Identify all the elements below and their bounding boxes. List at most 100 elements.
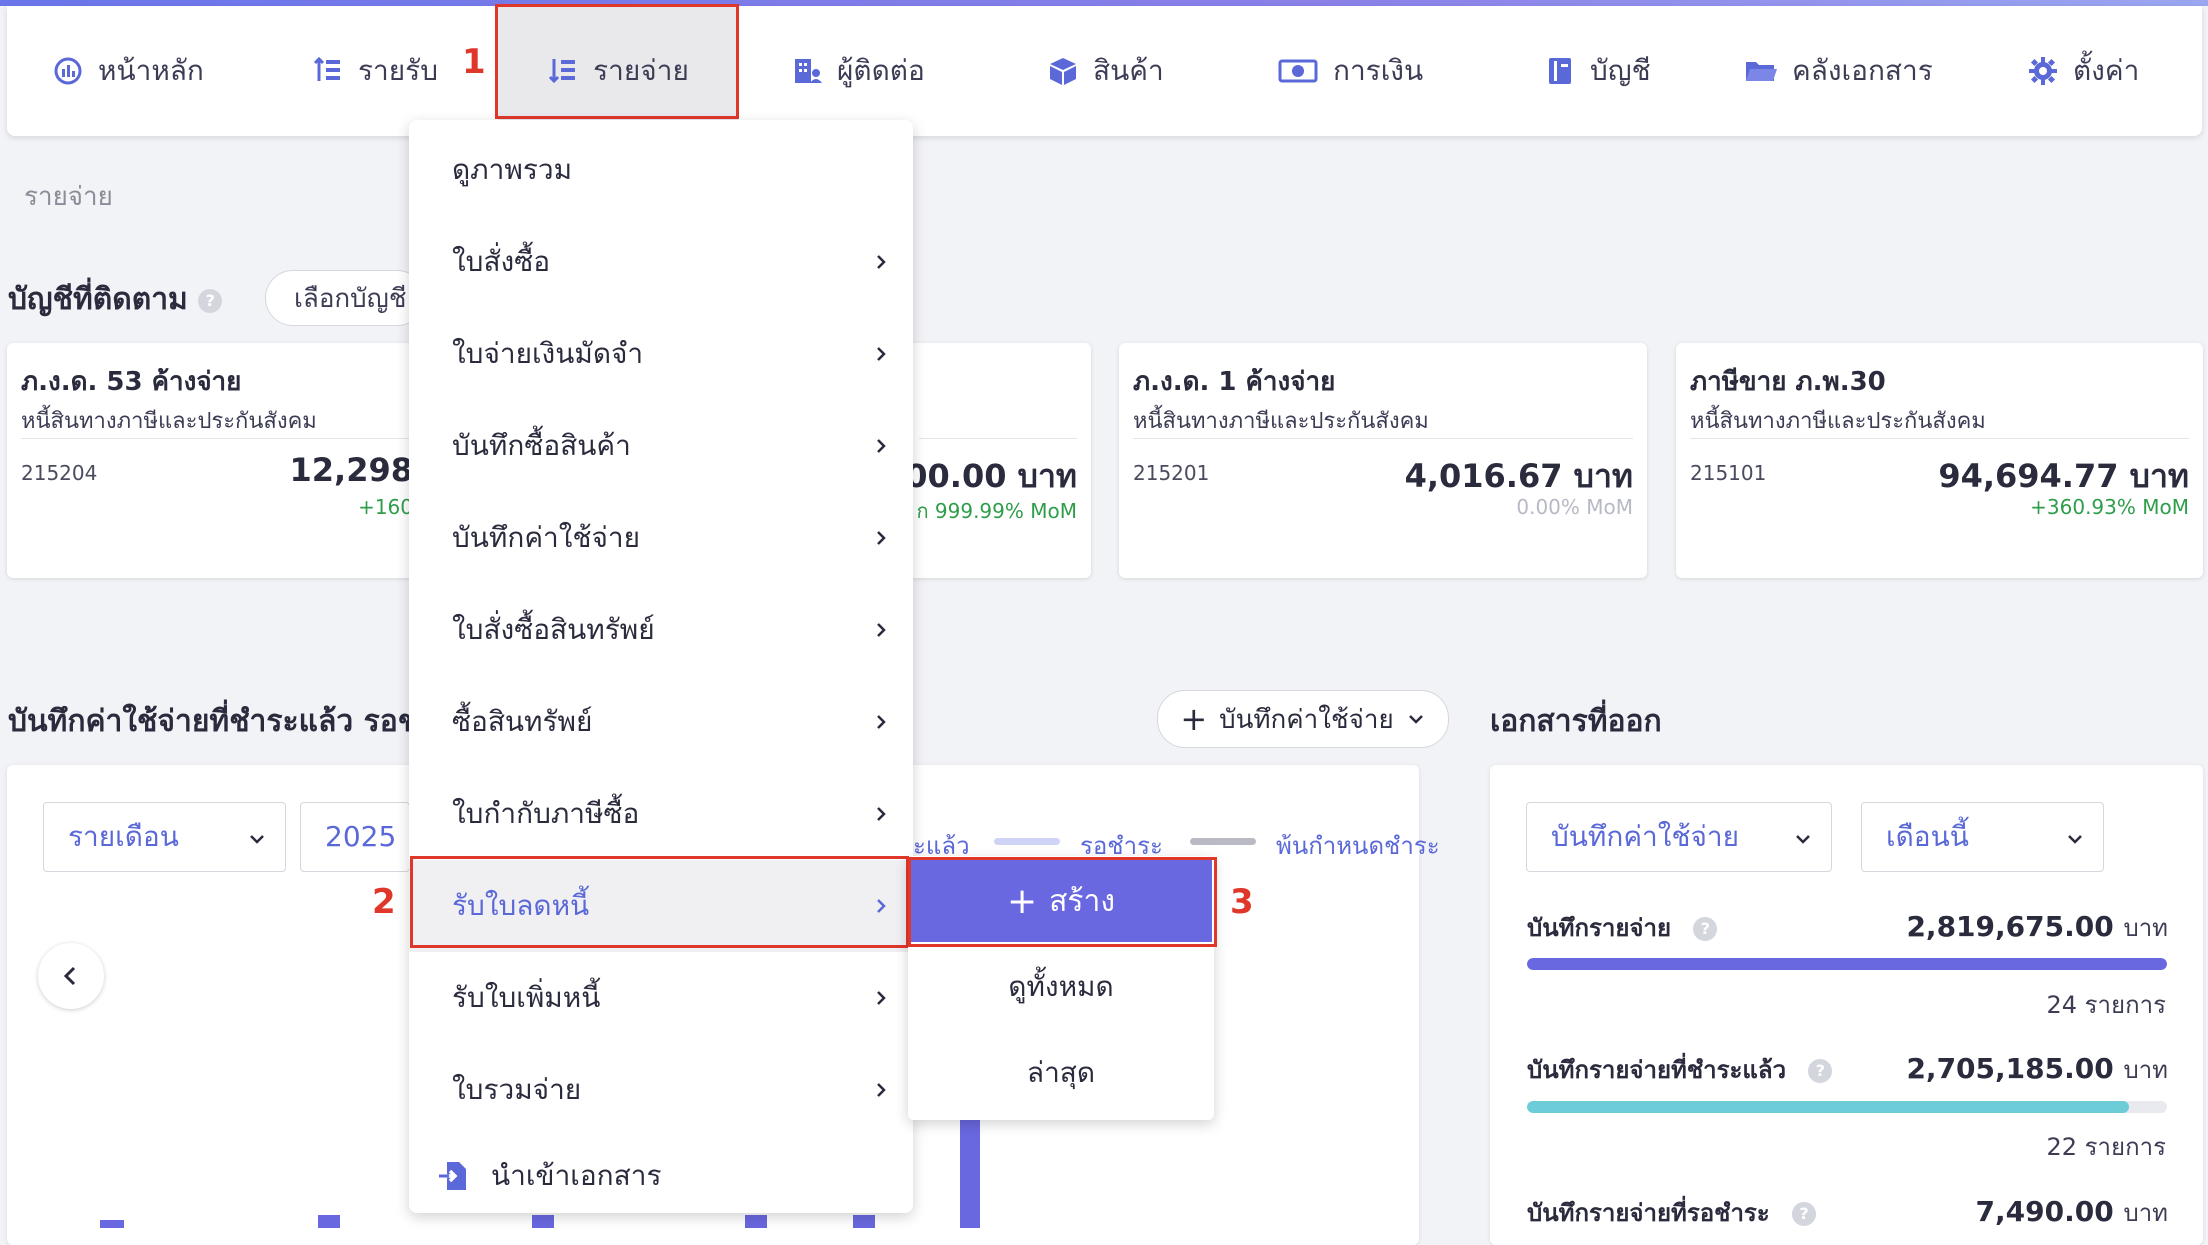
nav-item-accounting[interactable]: บัญชี: [1544, 6, 1651, 136]
doc-type-select[interactable]: บันทึกค่าใช้จ่าย: [1526, 802, 1832, 872]
period-select-value: รายเดือน: [68, 820, 179, 853]
card-divider: [21, 438, 413, 439]
stat-amount: 2,705,185.00: [1906, 1052, 2114, 1085]
menu-item-label: ใบรวมจ่าย: [452, 1073, 582, 1106]
gear-icon: [2029, 57, 2057, 85]
help-icon[interactable]: ?: [198, 288, 223, 313]
period-select[interactable]: รายเดือน: [43, 802, 286, 872]
chevron-right-icon: [877, 531, 886, 545]
contacts-icon: [795, 59, 822, 83]
product-box-icon: [1050, 58, 1076, 85]
folder-icon: [1746, 62, 1777, 81]
menu-item-label: รับใบเพิ่มหนี้: [452, 981, 601, 1014]
card-title: ภ.ง.ด. 53 ค้างจ่าย: [21, 367, 242, 397]
add-expense-button[interactable]: + บันทึกค่าใช้จ่าย: [1157, 690, 1449, 748]
account-card-pnd53[interactable]: ภ.ง.ด. 53 ค้างจ่าย หนี้สินทางภาษีและประก…: [7, 343, 427, 578]
menu-item-receive-debit-note[interactable]: รับใบเพิ่มหนี้: [409, 952, 913, 1044]
card-account-code: 215201: [1133, 461, 1210, 485]
stat-amount: 2,819,675.00: [1906, 910, 2114, 943]
account-card-vat[interactable]: ภาษีขาย ภ.พ.30 หนี้สินทางภาษีและประกันสั…: [1676, 343, 2203, 578]
menu-item-buy-asset[interactable]: ซื้อสินทรัพย์: [409, 676, 913, 768]
tracked-accounts-title: บัญชีที่ติดตาม ?: [8, 276, 223, 323]
menu-item-label: ใบกำกับภาษีซื้อ: [452, 797, 640, 830]
stat-unit: บาท: [2123, 1056, 2168, 1084]
stat-value-pending-records: 7,490.00 บาท: [1976, 1193, 2168, 1232]
card-mom-change: 0.00% MoM: [1516, 495, 1633, 519]
menu-item-expense-record[interactable]: บันทึกค่าใช้จ่าย: [409, 492, 913, 584]
card-mom-change: +360.93% MoM: [2030, 495, 2189, 519]
income-icon: [313, 56, 340, 81]
nav-label-settings: ตั้งค่า: [2073, 54, 2140, 87]
menu-item-label: ใบสั่งซื้อ: [452, 245, 551, 278]
account-card-pnd1[interactable]: ภ.ง.ด. 1 ค้างจ่าย หนี้สินทางภาษีและประกั…: [1119, 343, 1647, 578]
nav-item-settings[interactable]: ตั้งค่า: [2027, 6, 2139, 136]
nav-label-products: สินค้า: [1093, 54, 1164, 87]
chevron-left-icon: [63, 966, 76, 986]
menu-item-purchase-record[interactable]: บันทึกซื้อสินค้า: [409, 400, 913, 492]
legend-pending-swatch: [994, 838, 1060, 845]
month-select-value: เดือนนี้: [1886, 820, 1969, 853]
chevron-right-icon: [877, 715, 886, 729]
tracked-accounts-title-text: บัญชีที่ติดตาม: [8, 282, 188, 317]
nav-label-documents: คลังเอกสาร: [1792, 54, 1933, 87]
import-document-icon: [439, 1162, 466, 1190]
menu-item-asset-purchase-order[interactable]: ใบสั่งซื้อสินทรัพย์: [409, 584, 913, 676]
menu-item-deposit-payment[interactable]: ใบจ่ายเงินมัดจำ: [409, 308, 913, 400]
breadcrumb: รายจ่าย: [24, 182, 113, 212]
select-account-button[interactable]: เลือกบัญชี: [265, 270, 425, 326]
issued-docs-title: เอกสารที่ออก: [1490, 704, 1662, 739]
stat-progress-fill: [1527, 1101, 2129, 1113]
card-amount: 12,298: [289, 451, 413, 489]
nav-item-dashboard[interactable]: หน้าหลัก: [52, 6, 204, 136]
stat-value-paid-records: 2,705,185.00 บาท: [1906, 1050, 2168, 1089]
legend-overdue-label: พ้นกำหนดชำระ: [1276, 832, 1440, 860]
add-expense-label: บันทึกค่าใช้จ่าย: [1219, 704, 1394, 735]
view-all-link[interactable]: ดูทั้งหมด: [908, 947, 1214, 1027]
menu-item-label: ใบสั่งซื้อสินทรัพย์: [452, 613, 655, 646]
chevron-down-icon: [1796, 835, 1810, 844]
stat-label-pending-records: บันทึกรายจ่ายที่รอชำระ ?: [1527, 1193, 1817, 1232]
nav-item-contacts[interactable]: ผู้ติดต่อ: [791, 6, 925, 136]
year-select-value: 2025: [325, 820, 397, 853]
nav-label-contacts: ผู้ติดต่อ: [837, 54, 925, 87]
doc-type-select-value: บันทึกค่าใช้จ่าย: [1551, 820, 1739, 853]
year-select[interactable]: 2025: [300, 802, 410, 872]
card-divider: [1690, 438, 2189, 439]
menu-item-combined-payment[interactable]: ใบรวมจ่าย: [409, 1044, 913, 1136]
menu-item-purchase-order[interactable]: ใบสั่งซื้อ: [409, 216, 913, 308]
highlight-box-credit-note: [410, 856, 909, 948]
stat-progress-paid-records: [1527, 1101, 2167, 1113]
help-icon[interactable]: ?: [1792, 1202, 1817, 1226]
expense-section-title: บันทึกค่าใช้จ่ายที่ชำระแล้ว รอชำ: [8, 704, 435, 739]
ledger-book-icon: [1549, 58, 1571, 84]
chart-bar[interactable]: [100, 1220, 124, 1228]
menu-item-import-document[interactable]: นำเข้าเอกสาร: [409, 1130, 913, 1222]
latest-link[interactable]: ล่าสุด: [908, 1033, 1214, 1113]
stat-label-text: บันทึกรายจ่ายที่รอชำระ: [1527, 1199, 1770, 1227]
nav-item-documents[interactable]: คลังเอกสาร: [1744, 6, 1933, 136]
stat-unit: บาท: [2123, 1199, 2168, 1227]
chevron-down-icon: [2068, 835, 2082, 844]
nav-item-income[interactable]: รายรับ: [312, 6, 438, 136]
stat-count-paid-records: 22 รายการ: [2046, 1133, 2167, 1161]
chart-bar[interactable]: [318, 1215, 340, 1228]
card-account-code: 215101: [1690, 461, 1767, 485]
chevron-right-icon: [877, 807, 886, 821]
account-card-hidden[interactable]: ,200.00 บาท ก 999.99% MoM: [871, 343, 1091, 578]
nav-item-finance[interactable]: การเงิน: [1277, 6, 1423, 136]
nav-label-finance: การเงิน: [1333, 54, 1424, 87]
stat-label-expense-records: บันทึกรายจ่าย ?: [1527, 908, 1718, 947]
step-number-2: 2: [372, 882, 396, 922]
menu-item-purchase-tax-invoice[interactable]: ใบกำกับภาษีซื้อ: [409, 768, 913, 860]
help-icon[interactable]: ?: [1808, 1059, 1833, 1083]
card-subtitle: หนี้สินทางภาษีและประกันสังคม: [21, 409, 317, 434]
chart-bar[interactable]: [960, 1118, 980, 1228]
money-icon: [1278, 59, 1318, 83]
chart-prev-button[interactable]: [38, 943, 104, 1009]
stat-amount: 7,490.00: [1975, 1195, 2114, 1228]
month-select[interactable]: เดือนนี้: [1861, 802, 2104, 872]
help-icon[interactable]: ?: [1693, 917, 1718, 941]
nav-item-products[interactable]: สินค้า: [1047, 6, 1164, 136]
step-number-1: 1: [462, 42, 486, 82]
menu-item-overview[interactable]: ดูภาพรวม: [409, 124, 913, 216]
